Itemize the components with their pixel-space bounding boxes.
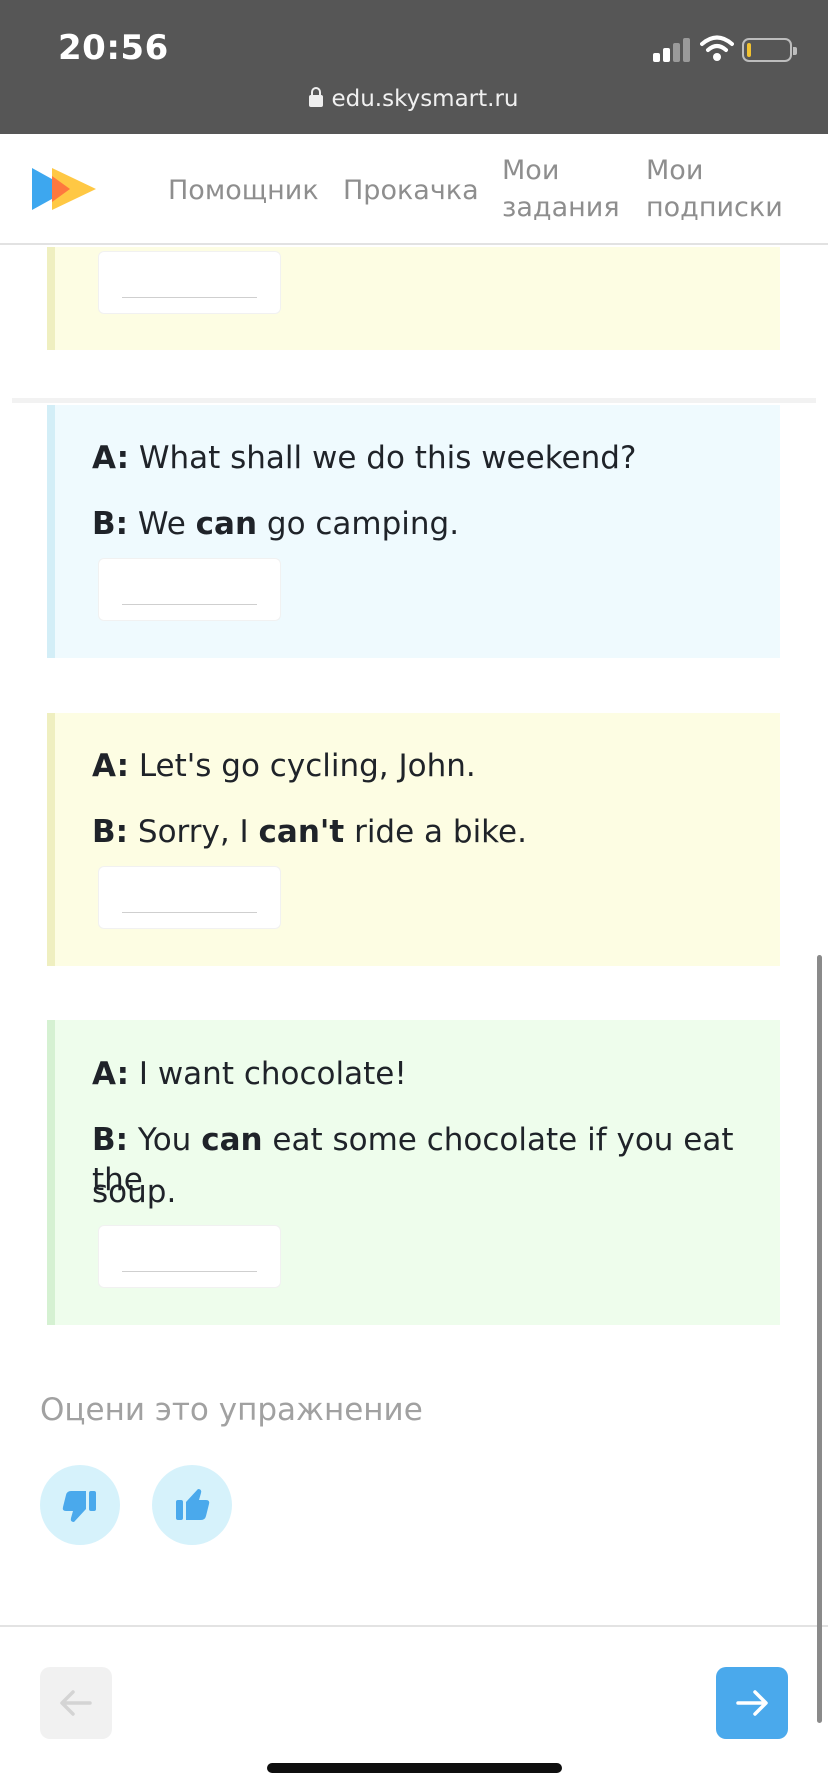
speaker-b: B: xyxy=(92,506,129,542)
previous-button[interactable] xyxy=(40,1667,112,1739)
speaker-a: A: xyxy=(92,440,129,476)
skysmart-logo[interactable] xyxy=(30,164,100,214)
dialog-card: A: What shall we do this weekend? B: We … xyxy=(47,405,780,658)
speaker-a: A: xyxy=(92,1056,129,1092)
footer-divider xyxy=(0,1625,828,1627)
thumbs-down-icon xyxy=(62,1491,96,1522)
line-a: A: Let's go cycling, John. xyxy=(92,748,476,784)
answer-input[interactable] xyxy=(98,1225,281,1288)
signal-icon xyxy=(653,36,691,62)
dialog-card: A: Let's go cycling, John. B: Sorry, I c… xyxy=(47,713,780,966)
nav-my-tasks[interactable]: Мои задания xyxy=(502,152,622,226)
next-button[interactable] xyxy=(716,1667,788,1739)
line-b: B: Sorry, I can't ride a bike. xyxy=(92,814,527,850)
answer-input[interactable] xyxy=(98,866,281,929)
line-a: A: What shall we do this weekend? xyxy=(92,440,637,476)
home-indicator[interactable] xyxy=(267,1763,562,1773)
modal-verb: can't xyxy=(258,814,345,850)
nav-assistant[interactable]: Помощник xyxy=(168,172,319,209)
arrow-right-icon xyxy=(736,1690,768,1716)
modal-verb: can xyxy=(195,506,258,542)
line-b: B: You can eat some chocolate if you eat… xyxy=(92,1122,734,1198)
like-button[interactable] xyxy=(152,1465,232,1545)
wifi-icon xyxy=(700,35,734,61)
thumbs-up-icon xyxy=(176,1489,210,1520)
status-bar: 20:56 edu.skysmart.ru xyxy=(0,0,828,134)
dialog-card: A: I want chocolate! B: You can eat some… xyxy=(47,1020,780,1325)
divider xyxy=(12,398,816,403)
lock-icon xyxy=(309,87,324,107)
dislike-button[interactable] xyxy=(40,1465,120,1545)
site-header: Помощник Прокачка Мои задания Мои подпис… xyxy=(0,134,828,245)
scrollbar[interactable] xyxy=(817,955,822,1723)
speaker-b: B: xyxy=(92,1122,129,1158)
speaker-b: B: xyxy=(92,814,129,850)
nav-my-subscriptions[interactable]: Мои подписки xyxy=(646,152,796,226)
answer-input[interactable] xyxy=(98,251,281,314)
answer-input[interactable] xyxy=(98,558,281,621)
status-time: 20:56 xyxy=(58,28,169,68)
modal-verb: can xyxy=(201,1122,263,1158)
speaker-a: A: xyxy=(92,748,129,784)
line-a: A: I want chocolate! xyxy=(92,1056,407,1092)
rating-title: Оцени это упражнение xyxy=(40,1392,423,1428)
nav-training[interactable]: Прокачка xyxy=(343,172,479,209)
dialog-card-partial xyxy=(47,247,780,350)
url-text: edu.skysmart.ru xyxy=(331,86,519,112)
line-b: B: We can go camping. xyxy=(92,506,460,542)
arrow-left-icon xyxy=(60,1690,92,1716)
battery-icon xyxy=(742,38,797,62)
line-b-continued: soup. xyxy=(92,1174,177,1210)
url-bar[interactable]: edu.skysmart.ru xyxy=(0,86,828,112)
